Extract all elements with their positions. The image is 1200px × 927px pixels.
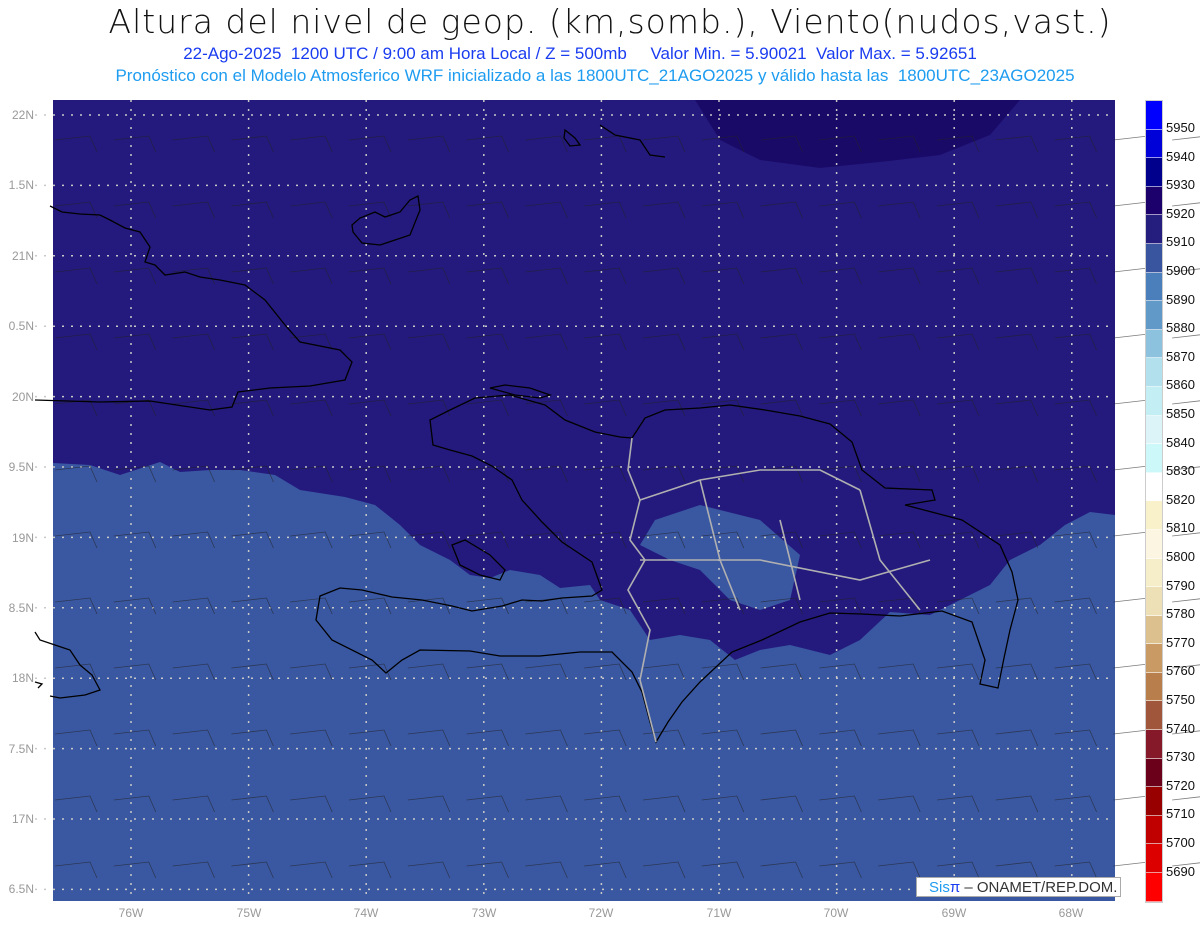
colorbar-swatch (1146, 587, 1162, 616)
colorbar-swatch (1146, 129, 1162, 159)
colorbar-swatch (1146, 644, 1162, 673)
colorbar-label: 5710 (1166, 806, 1195, 822)
colorbar-swatch (1146, 672, 1162, 702)
colorbar-swatch (1146, 358, 1162, 387)
lon-label: 69W (941, 906, 967, 920)
wind-barb (1172, 334, 1200, 339)
credit-text: – ONAMET/REP.DOM. (960, 879, 1118, 896)
colorbar-label: 5820 (1166, 491, 1195, 507)
chart-title: Altura del nivel de geop. (km,somb.), Vi… (108, 2, 1112, 41)
colorbar-label: 5730 (1166, 749, 1195, 765)
colorbar-swatch (1146, 615, 1162, 645)
colorbar-label: 5810 (1166, 520, 1195, 536)
colorbar-label: 5870 (1166, 348, 1195, 364)
colorbar-swatch (1146, 558, 1162, 588)
colorbar-label: 5840 (1166, 434, 1195, 450)
colorbar-label: 5760 (1166, 663, 1195, 679)
colorbar-label: 5770 (1166, 634, 1195, 650)
lat-label: 21N (11, 249, 34, 263)
colorbar-label: 5750 (1166, 692, 1195, 707)
colorbar-label: 5740 (1166, 720, 1195, 736)
colorbar-label: 5890 (1166, 291, 1195, 307)
colorbar-swatch (1146, 472, 1162, 502)
lon-label: 70W (823, 906, 849, 920)
colorbar-label: 5920 (1166, 205, 1195, 221)
colorbar-swatch (1146, 787, 1162, 816)
lon-label: 68W (1058, 906, 1084, 920)
colorbar-label: 5930 (1166, 177, 1195, 193)
lat-label: 8.5N (8, 601, 34, 615)
colorbar-swatch (1146, 415, 1162, 445)
colorbar-label: 5800 (1166, 549, 1195, 564)
colorbar-swatch (1146, 186, 1162, 216)
colorbar-label: 5860 (1166, 377, 1195, 393)
lon-label: 74W (353, 906, 379, 920)
colorbar-swatch (1146, 844, 1162, 874)
colorbar-swatch (1146, 215, 1162, 244)
cuba-west-coast (34, 681, 44, 689)
colorbar-swatch (1146, 873, 1162, 902)
lat-label: 18N (11, 671, 34, 685)
lat-label: 0.5N (8, 319, 34, 333)
colorbar-label: 5900 (1166, 263, 1195, 278)
lat-label: 17N (11, 812, 34, 826)
lat-label: 20N (11, 390, 34, 404)
colorbar-swatch (1146, 101, 1162, 130)
colorbar-label: 5780 (1166, 606, 1195, 622)
colorbar-swatch (1146, 444, 1162, 473)
colorbar-swatch (1146, 329, 1162, 359)
credit-pi: π (949, 879, 961, 896)
colorbar-swatch (1146, 701, 1162, 731)
colorbar-label: 5850 (1166, 406, 1195, 421)
colorbar-swatch (1146, 301, 1162, 330)
colorbar-label: 5790 (1166, 577, 1195, 593)
colorbar-label: 5830 (1166, 463, 1195, 479)
lon-label: 73W (471, 906, 497, 920)
colorbar-label: 5950 (1166, 120, 1195, 135)
lat-label: 19N (11, 531, 34, 545)
colorbar-swatch (1146, 758, 1162, 788)
colorbar-label: 5700 (1166, 835, 1195, 850)
subtitle-model-info: Pronóstico con el Modelo Atmosferico WRF… (115, 66, 1075, 85)
lat-label: 7.5N (8, 742, 34, 756)
colorbar-swatch (1146, 815, 1162, 845)
colorbar-label: 5720 (1166, 777, 1195, 793)
lat-label: 22N (11, 108, 34, 122)
lon-label: 75W (236, 906, 262, 920)
lat-label: 1.5N (8, 178, 34, 192)
colorbar-swatch (1146, 529, 1162, 559)
geopotential-map (34, 100, 1200, 901)
subtitle-date-values: 22-Ago-2025 1200 UTC / 9:00 am Hora Loca… (183, 44, 977, 63)
colorbar-label: 5880 (1166, 320, 1195, 336)
colorbar-swatch (1146, 386, 1162, 416)
colorbar-swatch (1146, 730, 1162, 759)
credit-sis: Sis (929, 879, 950, 896)
colorbar-label: 5940 (1166, 148, 1195, 164)
lat-label: 6.5N (8, 882, 34, 896)
lon-label: 71W (706, 906, 732, 920)
lat-label: 9.5N (8, 460, 34, 474)
lon-label: 72W (588, 906, 614, 920)
colorbar (1145, 100, 1163, 903)
lon-label: 76W (118, 906, 144, 920)
colorbar-label: 5690 (1166, 863, 1195, 879)
colorbar-swatch (1146, 243, 1162, 273)
credit-box: Sisπ – ONAMET/REP.DOM. (916, 877, 1121, 897)
colorbar-swatch (1146, 272, 1162, 302)
colorbar-swatch (1146, 158, 1162, 187)
colorbar-label: 5910 (1166, 234, 1195, 250)
colorbar-swatch (1146, 501, 1162, 530)
